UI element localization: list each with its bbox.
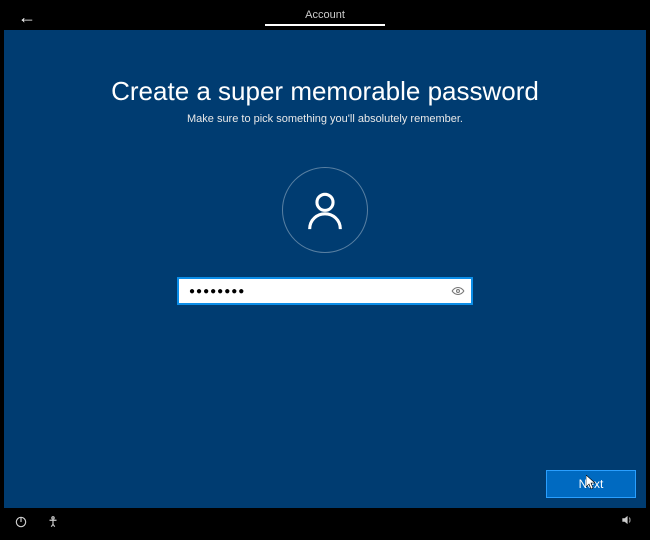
top-bar: ← Account [4,4,646,30]
power-icon[interactable] [14,515,28,529]
volume-icon[interactable] [620,513,634,532]
reveal-password-icon[interactable] [451,284,465,298]
bottom-bar [4,508,646,536]
person-icon [302,187,348,233]
password-value: ●●●●●●●● [189,286,451,297]
setup-panel: Create a super memorable password Make s… [4,30,646,508]
next-button-label: Next [579,477,604,491]
next-button[interactable]: Next [546,470,636,498]
page-subtitle: Make sure to pick something you'll absol… [187,113,463,125]
page-title: Create a super memorable password [111,76,539,107]
back-arrow-icon[interactable]: ← [18,7,36,28]
user-avatar [282,167,368,253]
password-input[interactable]: ●●●●●●●● [177,277,473,305]
ease-of-access-icon[interactable] [46,515,60,529]
tab-account[interactable]: Account [265,9,385,26]
